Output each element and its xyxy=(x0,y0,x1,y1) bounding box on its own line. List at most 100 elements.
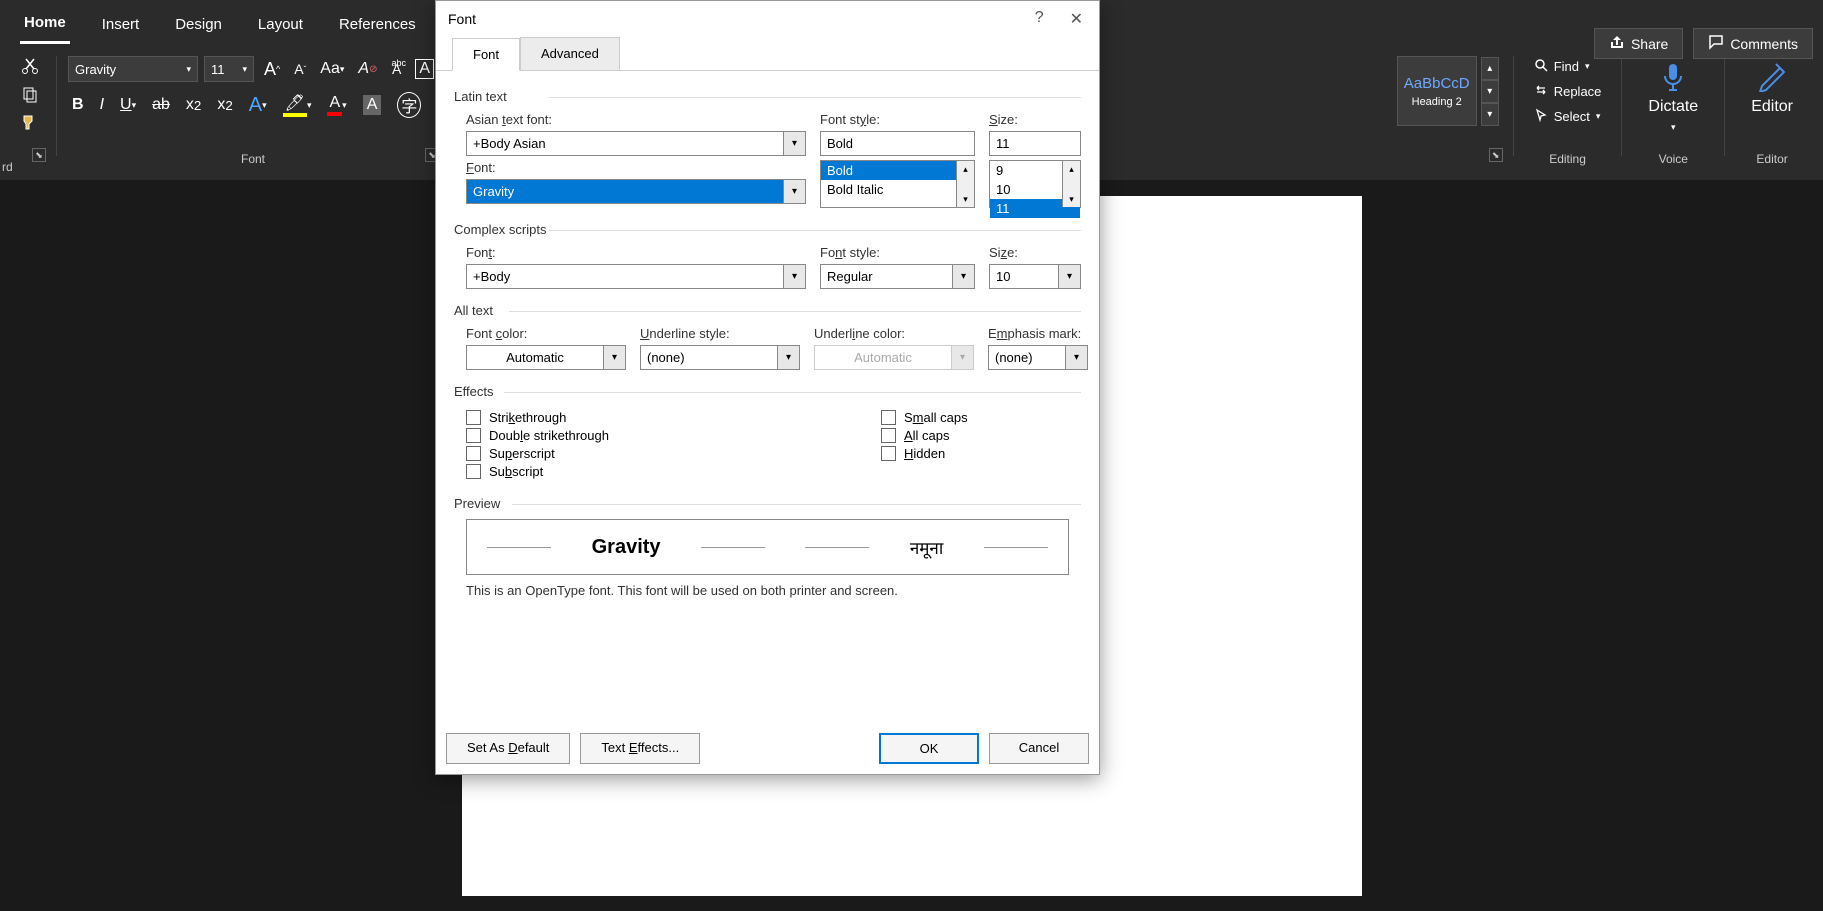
checkbox-double-strikethrough[interactable] xyxy=(466,428,481,443)
list-item[interactable]: Bold xyxy=(821,161,974,180)
checkbox-all-caps[interactable] xyxy=(881,428,896,443)
strikethrough-button[interactable]: ab xyxy=(148,94,174,116)
tab-insert[interactable]: Insert xyxy=(98,6,144,43)
chevron-down-icon[interactable]: ▾ xyxy=(784,131,806,156)
font-style-input[interactable] xyxy=(820,131,975,156)
change-case-button[interactable]: Aa▾ xyxy=(316,58,348,80)
size-input[interactable] xyxy=(989,131,1081,156)
share-button[interactable]: Share xyxy=(1594,28,1683,59)
tab-design[interactable]: Design xyxy=(171,6,226,43)
styles-launcher[interactable]: ⬊ xyxy=(1489,148,1503,162)
tab-layout[interactable]: Layout xyxy=(254,6,307,43)
font-name-combo[interactable]: Gravity ▾ xyxy=(68,56,198,82)
grow-font-button[interactable]: A^ xyxy=(260,57,284,82)
font-color-combo[interactable]: Automatic ▾ xyxy=(466,345,626,370)
underline-style-value: (none) xyxy=(640,345,778,370)
styles-more[interactable]: ▾ xyxy=(1481,103,1499,126)
chevron-down-icon[interactable]: ▾ xyxy=(784,264,806,289)
chevron-down-icon[interactable]: ▾ xyxy=(953,264,975,289)
character-border-button[interactable]: A xyxy=(411,57,438,81)
scroll-down-icon[interactable]: ▾ xyxy=(1063,191,1080,207)
group-font-label: Font xyxy=(241,152,265,166)
phonetic-guide-button[interactable]: abcA xyxy=(387,59,405,79)
styles-scroll-down[interactable]: ▾ xyxy=(1481,80,1499,103)
cut-icon[interactable] xyxy=(20,56,40,76)
editor-button[interactable]: Editor xyxy=(1739,56,1805,120)
highlight-button[interactable]: 🖊 ▾ xyxy=(279,91,316,119)
label-double-strikethrough: Double strikethrough xyxy=(489,428,609,443)
chevron-down-icon[interactable]: ▾ xyxy=(778,345,800,370)
size-listbox[interactable]: 9 10 11 ▴▾ xyxy=(989,160,1081,208)
font-style-listbox[interactable]: Bold Bold Italic ▴ ▾ xyxy=(820,160,975,208)
chevron-down-icon[interactable]: ▾ xyxy=(604,345,626,370)
group-font: Gravity ▾ 11 ▾ A^ Aˇ Aa▾ A⊘ abcA A B xyxy=(63,56,443,166)
checkbox-strikethrough[interactable] xyxy=(466,410,481,425)
tab-home[interactable]: Home xyxy=(20,4,70,44)
select-button[interactable]: Select ▾ xyxy=(1528,106,1608,127)
font-style-value[interactable] xyxy=(820,131,975,156)
dictate-button[interactable]: Dictate ▾ xyxy=(1636,56,1710,137)
preview-box: Gravity नमूना xyxy=(466,519,1069,575)
font-label: Font: xyxy=(466,160,806,175)
chevron-down-icon[interactable]: ▾ xyxy=(784,179,806,204)
checkbox-subscript[interactable] xyxy=(466,464,481,479)
tab-references[interactable]: References xyxy=(335,6,420,43)
style-heading2[interactable]: AaBbCcD Heading 2 xyxy=(1397,56,1477,126)
scroll-up-icon[interactable]: ▴ xyxy=(957,161,974,177)
size-label: Size: xyxy=(989,112,1081,127)
replace-label: Replace xyxy=(1554,84,1602,99)
shrink-font-button[interactable]: Aˇ xyxy=(290,59,310,79)
set-as-default-button[interactable]: Set As Default xyxy=(446,733,570,764)
help-button[interactable]: ? xyxy=(1031,5,1048,33)
font-size-combo[interactable]: 11 ▾ xyxy=(204,56,254,82)
emphasis-combo[interactable]: (none) ▾ xyxy=(988,345,1088,370)
enclose-characters-button[interactable]: 字 xyxy=(393,90,425,120)
chevron-down-icon[interactable]: ▾ xyxy=(1066,345,1088,370)
list-item[interactable]: Bold Italic xyxy=(821,180,974,199)
replace-button[interactable]: Replace xyxy=(1528,81,1608,102)
chevron-down-icon[interactable]: ▾ xyxy=(1059,264,1081,289)
cs-size-label: Size: xyxy=(989,245,1081,260)
copy-icon[interactable] xyxy=(20,84,40,104)
character-shading-button[interactable]: A xyxy=(359,93,386,117)
size-value[interactable] xyxy=(989,131,1081,156)
asian-font-label: Asian text font: xyxy=(466,112,806,127)
dictate-label: Dictate xyxy=(1648,98,1698,116)
close-button[interactable]: ✕ xyxy=(1066,5,1087,33)
underline-button[interactable]: U ▾ xyxy=(116,94,140,116)
font-dialog: Font ? ✕ Font Advanced Latin text Asian … xyxy=(435,0,1100,775)
tab-font[interactable]: Font xyxy=(452,38,520,71)
comments-button[interactable]: Comments xyxy=(1693,28,1813,59)
preview-latin: Gravity xyxy=(592,536,661,559)
text-effects-button[interactable]: Text Effects... xyxy=(580,733,700,764)
italic-button[interactable]: I xyxy=(96,94,108,116)
find-button[interactable]: Find ▾ xyxy=(1528,56,1608,77)
font-color-value: Automatic xyxy=(466,345,604,370)
latin-font-value[interactable] xyxy=(466,179,784,204)
text-effects-button[interactable]: A ▾ xyxy=(245,92,271,119)
scroll-down-icon[interactable]: ▾ xyxy=(957,191,974,207)
cs-font-combo[interactable]: +Body ▾ xyxy=(466,264,806,289)
clipboard-launcher[interactable]: ⬊ xyxy=(32,148,46,162)
scroll-up-icon[interactable]: ▴ xyxy=(1063,161,1080,177)
chevron-down-icon: ▾ xyxy=(1596,111,1601,122)
cancel-button[interactable]: Cancel xyxy=(989,733,1089,764)
styles-scroll-up[interactable]: ▴ xyxy=(1481,57,1499,80)
bold-button[interactable]: B xyxy=(68,94,88,116)
tab-advanced[interactable]: Advanced xyxy=(520,37,620,70)
subscript-button[interactable]: x2 xyxy=(182,94,205,116)
ok-button[interactable]: OK xyxy=(879,733,979,764)
cs-style-combo[interactable]: Regular ▾ xyxy=(820,264,975,289)
underline-style-combo[interactable]: (none) ▾ xyxy=(640,345,800,370)
superscript-button[interactable]: x2 xyxy=(213,94,236,116)
checkbox-superscript[interactable] xyxy=(466,446,481,461)
asian-font-combo[interactable]: +Body Asian ▾ xyxy=(466,131,806,156)
cs-size-combo[interactable]: 10 ▾ xyxy=(989,264,1081,289)
font-color-button[interactable]: A ▾ xyxy=(323,92,350,118)
format-painter-icon[interactable] xyxy=(20,112,40,132)
clipboard-label-partial: rd xyxy=(2,160,13,174)
clear-formatting-button[interactable]: A⊘ xyxy=(354,58,381,80)
checkbox-small-caps[interactable] xyxy=(881,410,896,425)
latin-font-combo[interactable]: ▾ xyxy=(466,179,806,204)
checkbox-hidden[interactable] xyxy=(881,446,896,461)
